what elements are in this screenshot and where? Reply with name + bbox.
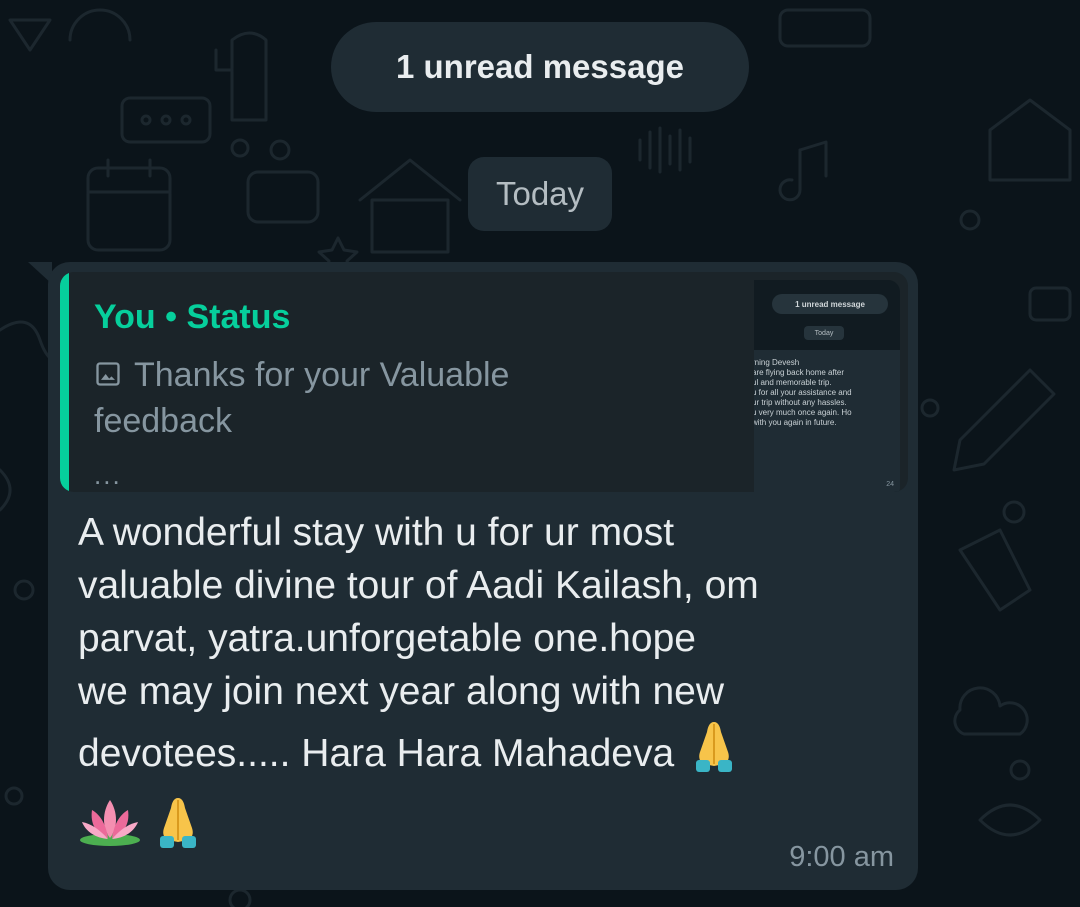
message-timestamp: 9:00 am bbox=[789, 841, 894, 873]
status-thumbnail[interactable]: 1 unread message Today rning Devesh are … bbox=[754, 280, 900, 492]
thumbnail-line: ul and memorable trip. bbox=[754, 378, 832, 387]
folded-hands-emoji bbox=[160, 798, 196, 848]
quote-text: Thanks for your Valuable feedback bbox=[94, 356, 510, 440]
emoji-row bbox=[78, 794, 202, 850]
date-separator-label: Today bbox=[495, 175, 585, 212]
message-line: devotees..... Hara Hara Mahadeva bbox=[78, 732, 675, 775]
lotus-emoji bbox=[80, 800, 140, 846]
thumbnail-line: u very much once again. Ho bbox=[754, 408, 852, 417]
image-icon bbox=[96, 362, 120, 386]
thumbnail-message: rning Devesh are flying back home after … bbox=[754, 350, 900, 492]
thumbnail-line: rning Devesh bbox=[754, 358, 800, 367]
message-last-line: devotees..... Hara Hara Mahadeva bbox=[78, 718, 878, 780]
thumbnail-line: with you again in future. bbox=[754, 418, 837, 427]
thumbnail-line: are flying back home after bbox=[754, 368, 845, 377]
message-line: valuable divine tour of Aadi Kailash, om bbox=[78, 564, 759, 607]
quoted-status-reply[interactable]: You • Status Thanks for your Valuable fe… bbox=[60, 272, 908, 492]
quote-author: You • Status bbox=[94, 298, 291, 336]
message-line: parvat, yatra.unforgetable one.hope bbox=[78, 617, 696, 660]
thumbnail-time: 24 bbox=[886, 481, 894, 488]
thumbnail-line: ur trip without any hassles. bbox=[754, 398, 847, 407]
unread-banner-label: 1 unread message bbox=[396, 48, 684, 85]
unread-messages-banner: 1 unread message bbox=[331, 22, 749, 112]
message-body: A wonderful stay with u for ur most valu… bbox=[78, 506, 878, 780]
quote-ellipsis: ... bbox=[94, 460, 122, 490]
thumbnail-unread-banner: 1 unread message bbox=[772, 294, 888, 314]
thumbnail-lines: rning Devesh are flying back home after … bbox=[754, 358, 852, 428]
thumbnail-line: u for all your assistance and bbox=[754, 388, 852, 397]
message-line: we may join next year along with new bbox=[78, 670, 724, 713]
quote-accent-bar bbox=[60, 272, 69, 492]
date-separator: Today bbox=[468, 157, 612, 231]
message-line: A wonderful stay with u for ur most bbox=[78, 511, 675, 554]
folded-hands-emoji bbox=[696, 722, 733, 772]
incoming-message-bubble[interactable]: You • Status Thanks for your Valuable fe… bbox=[48, 262, 918, 890]
quote-text-block: Thanks for your Valuable feedback bbox=[94, 352, 614, 444]
thumbnail-date: Today bbox=[804, 326, 844, 340]
